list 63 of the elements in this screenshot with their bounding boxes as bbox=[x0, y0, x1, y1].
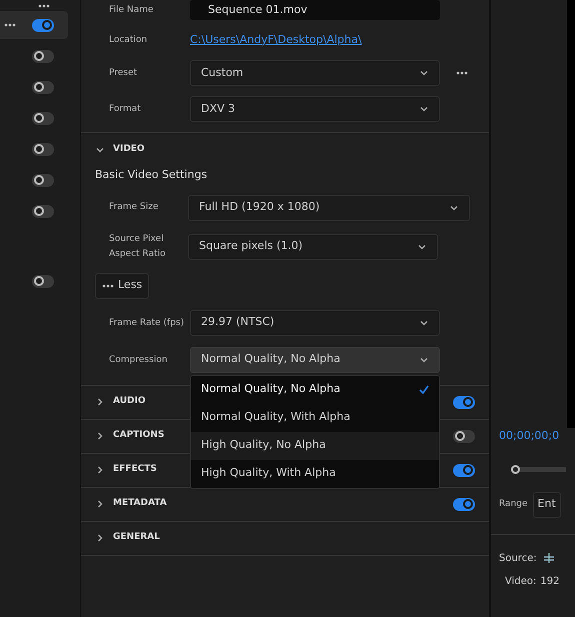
chevron-icon bbox=[419, 68, 429, 78]
toggle-switch[interactable] bbox=[453, 430, 475, 442]
menu-item[interactable]: High Quality, No Alpha bbox=[191, 432, 439, 460]
chevron-icon bbox=[95, 499, 105, 509]
section-header[interactable]: CAPTIONS bbox=[95, 429, 164, 443]
toggle-switch[interactable] bbox=[453, 498, 475, 510]
chevron-icon bbox=[95, 431, 105, 441]
chevron-icon bbox=[95, 397, 105, 407]
sequence-icon bbox=[542, 552, 555, 564]
dropdown-select[interactable]: Full HD (1920 x 1080) bbox=[188, 194, 470, 220]
section-header[interactable]: AUDIO bbox=[95, 395, 146, 409]
chevron-icon bbox=[95, 145, 105, 155]
dropdown-select[interactable]: Custom bbox=[190, 60, 440, 86]
field-label: Format bbox=[109, 103, 142, 116]
field-label: Frame Size bbox=[109, 201, 160, 214]
dropdown-select[interactable]: Normal Quality, No Alpha bbox=[190, 346, 440, 372]
more-icon[interactable] bbox=[456, 71, 468, 75]
field-label: File Name bbox=[109, 4, 154, 17]
toggle-switch[interactable] bbox=[32, 174, 54, 186]
chevron-icon bbox=[95, 533, 105, 543]
menu-item[interactable]: Normal Quality, With Alpha bbox=[191, 404, 439, 432]
timeline-track[interactable] bbox=[511, 464, 566, 474]
field-label: Preset bbox=[109, 67, 138, 80]
toggle-switch[interactable] bbox=[32, 18, 54, 32]
dropdown-select[interactable]: DXV 3 bbox=[190, 96, 440, 122]
section-header[interactable]: GENERAL bbox=[95, 531, 160, 545]
location-link[interactable]: C:\Users\AndyF\Desktop\Alpha\ bbox=[190, 32, 362, 48]
toggle-switch[interactable] bbox=[32, 142, 54, 156]
section-header[interactable]: EFFECTS bbox=[95, 463, 157, 477]
more-icon[interactable] bbox=[102, 284, 114, 288]
more-icon[interactable] bbox=[38, 4, 50, 8]
toggle-switch[interactable] bbox=[453, 396, 475, 408]
dropdown-select[interactable]: Square pixels (1.0) bbox=[188, 234, 438, 260]
field-label: Compression bbox=[109, 354, 168, 366]
range-select[interactable]: Ent bbox=[532, 492, 561, 518]
field-label: Frame Rate (fps) bbox=[109, 316, 185, 330]
section-header[interactable]: VIDEO bbox=[95, 133, 215, 167]
sidebar-row[interactable] bbox=[0, 11, 68, 39]
checkmark-icon bbox=[419, 385, 429, 394]
section-header[interactable]: METADATA bbox=[95, 497, 167, 511]
section-heading: Basic Video Settings bbox=[95, 167, 208, 183]
range-label: Range bbox=[499, 498, 528, 511]
toggle-switch[interactable] bbox=[32, 50, 54, 62]
toggle-switch[interactable] bbox=[32, 80, 54, 94]
toggle-switch[interactable] bbox=[32, 274, 54, 288]
video-value: 192 bbox=[540, 574, 560, 588]
playhead-handle[interactable] bbox=[511, 464, 520, 474]
toggle-switch[interactable] bbox=[453, 464, 475, 476]
source-label: Source: bbox=[499, 552, 537, 566]
field-label: Location bbox=[109, 34, 148, 47]
field-label: Source Pixel Aspect Ratio bbox=[109, 232, 167, 260]
toggle-switch[interactable] bbox=[32, 204, 54, 218]
file-name-field[interactable]: Sequence 01.mov bbox=[190, 0, 440, 20]
video-label: Video: bbox=[505, 574, 536, 588]
toggle-switch[interactable] bbox=[32, 112, 54, 124]
chevron-icon bbox=[419, 104, 429, 114]
dropdown-select[interactable]: 29.97 (NTSC) bbox=[190, 310, 440, 336]
more-icon[interactable] bbox=[4, 23, 16, 27]
menu-item[interactable]: Normal Quality, No Alpha bbox=[191, 376, 439, 404]
chevron-icon bbox=[95, 465, 105, 475]
less-button[interactable]: Less bbox=[95, 272, 150, 298]
timecode: 00;00;00;0 bbox=[498, 428, 560, 444]
menu-item[interactable]: High Quality, With Alpha bbox=[191, 460, 439, 488]
